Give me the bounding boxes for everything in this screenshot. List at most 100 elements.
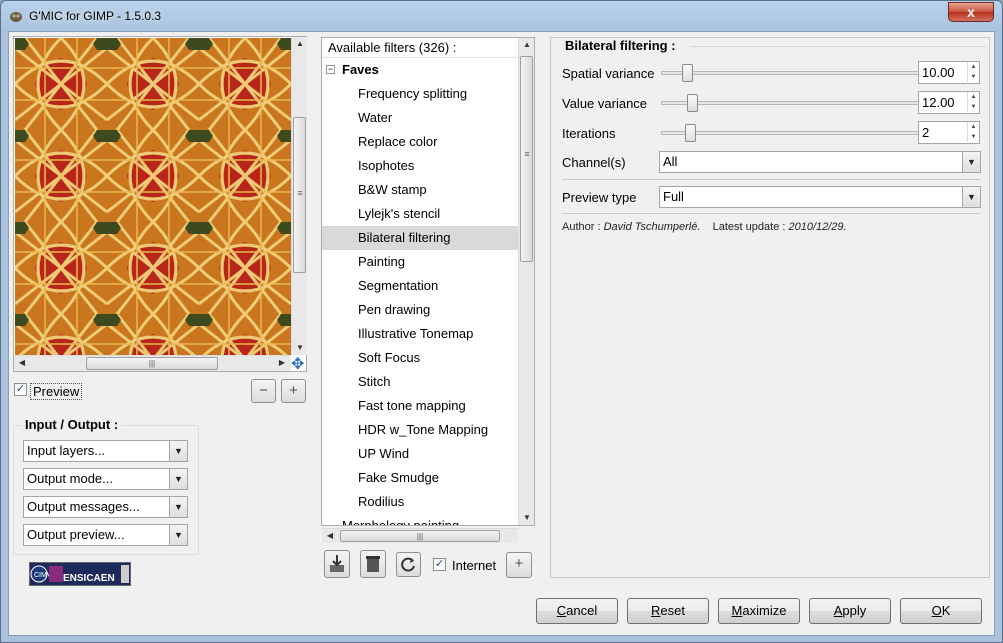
separator xyxy=(562,213,980,214)
dialog-body: ▲ ≡ ▼ ◀ ||| ▶ ✥ ✓ Preview − + Input / Ou… xyxy=(8,31,995,636)
spin-up-icon: ▲ xyxy=(967,62,979,72)
close-button[interactable]: x xyxy=(948,2,994,22)
filter-item[interactable]: Stitch xyxy=(322,370,518,394)
channels-label: Channel(s) xyxy=(562,155,626,170)
filter-item[interactable]: Frequency splitting xyxy=(322,82,518,106)
separator xyxy=(562,179,980,180)
value-variance-label: Value variance xyxy=(562,96,648,111)
slider-thumb[interactable] xyxy=(682,64,693,82)
cancel-button[interactable]: Cancel xyxy=(536,598,618,624)
filter-item[interactable]: Fast tone mapping xyxy=(322,394,518,418)
ok-button[interactable]: OK xyxy=(900,598,982,624)
add-fave-button[interactable]: + xyxy=(506,552,532,578)
author-name: David Tschumperlé. xyxy=(603,221,701,233)
spin-down-icon: ▼ xyxy=(967,72,979,82)
update-date: 2010/12/29. xyxy=(788,221,847,233)
update-filters-button[interactable] xyxy=(324,550,350,578)
scroll-left-arrow-icon[interactable]: ◀ xyxy=(322,531,338,540)
scroll-up-arrow-icon[interactable]: ▲ xyxy=(292,39,308,48)
iterations-spin[interactable]: 2 ▲ ▼ xyxy=(918,121,980,144)
filter-item[interactable]: HDR w_Tone Mapping xyxy=(322,418,518,442)
internet-label: Internet xyxy=(452,558,497,573)
filter-item[interactable]: Illustrative Tonemap xyxy=(322,322,518,346)
input-layers-combo[interactable]: Input layers... ▼ xyxy=(23,440,188,462)
filter-item[interactable]: Fake Smudge xyxy=(322,466,518,490)
chevron-down-icon: ▼ xyxy=(169,525,187,545)
filter-item[interactable]: B&W stamp xyxy=(322,178,518,202)
download-icon xyxy=(330,555,344,572)
spin-up-icon: ▲ xyxy=(967,122,979,132)
logo-graphic: CIMV ENSICAEN xyxy=(30,565,129,584)
title-bar[interactable]: G'MIC for GIMP - 1.5.0.3 x xyxy=(1,1,1002,31)
preview-type-combo[interactable]: Full ▼ xyxy=(659,186,981,208)
scroll-left-arrow-icon[interactable]: ◀ xyxy=(14,358,30,367)
filter-item[interactable]: Segmentation xyxy=(322,274,518,298)
move-navigate-icon[interactable]: ✥ xyxy=(291,357,304,373)
chevron-down-icon: ▼ xyxy=(169,469,187,489)
preview-vscrollbar[interactable]: ▲ ≡ ▼ xyxy=(291,37,307,355)
value-variance-spin[interactable]: 12.00 ▲ ▼ xyxy=(918,91,980,114)
filter-item[interactable]: Replace color xyxy=(322,130,518,154)
filter-item[interactable]: Water xyxy=(322,106,518,130)
filter-vscroll-thumb[interactable]: ≡ xyxy=(520,56,533,262)
svg-text:ENSICAEN: ENSICAEN xyxy=(63,573,115,584)
chevron-down-icon: ▼ xyxy=(169,441,187,461)
filter-item[interactable]: Lylejk's stencil xyxy=(322,202,518,226)
filter-hscrollbar[interactable]: ◀ ||| xyxy=(322,528,518,543)
preview-checkbox[interactable]: ✓ xyxy=(14,383,27,396)
io-title: Input / Output : xyxy=(22,417,122,432)
filter-hscroll-thumb[interactable]: ||| xyxy=(340,530,500,542)
output-preview-combo[interactable]: Output preview... ▼ xyxy=(23,524,188,546)
reset-button[interactable]: Reset xyxy=(627,598,709,624)
chevron-down-icon: ▼ xyxy=(169,497,187,517)
params-title-divider xyxy=(691,46,986,47)
spatial-variance-slider[interactable] xyxy=(661,64,919,82)
slider-thumb[interactable] xyxy=(685,124,696,142)
scroll-down-arrow-icon[interactable]: ▼ xyxy=(292,343,308,352)
trash-icon xyxy=(366,556,380,572)
spin-up-icon: ▲ xyxy=(967,92,979,102)
filter-tree[interactable]: Available filters (326) : − Faves Freque… xyxy=(321,37,535,526)
author-info: Author : David Tschumperlé. Latest updat… xyxy=(562,221,847,233)
spin-down-icon: ▼ xyxy=(967,102,979,112)
refresh-button[interactable] xyxy=(396,552,421,577)
category-faves[interactable]: − Faves xyxy=(322,58,518,82)
apply-button[interactable]: Apply xyxy=(809,598,891,624)
scroll-right-arrow-icon[interactable]: ▶ xyxy=(274,358,290,367)
spatial-variance-label: Spatial variance xyxy=(562,66,655,81)
spin-down-icon: ▼ xyxy=(967,132,979,142)
category-morphology-painting[interactable]: Morphology painting xyxy=(322,514,518,525)
filter-item[interactable]: Rodilius xyxy=(322,490,518,514)
filter-item[interactable]: UP Wind xyxy=(322,442,518,466)
preview-hscroll-thumb[interactable]: ||| xyxy=(86,357,218,370)
window-title: G'MIC for GIMP - 1.5.0.3 xyxy=(29,9,162,23)
preview-vscroll-thumb[interactable]: ≡ xyxy=(293,117,306,273)
preview-image xyxy=(15,38,291,356)
iterations-slider[interactable] xyxy=(661,124,919,142)
channels-combo[interactable]: All ▼ xyxy=(659,151,981,173)
internet-checkbox[interactable]: ✓ xyxy=(433,558,446,571)
preview-label[interactable]: Preview xyxy=(30,383,83,400)
maximize-button[interactable]: Maximize xyxy=(718,598,800,624)
zoom-in-button[interactable]: + xyxy=(281,379,306,403)
collapse-icon[interactable]: − xyxy=(326,65,335,74)
gmic-ensicaen-logo[interactable]: CIMV ENSICAEN xyxy=(29,562,131,586)
delete-fave-button[interactable] xyxy=(360,550,386,578)
slider-thumb[interactable] xyxy=(687,94,698,112)
spatial-variance-spin[interactable]: 10.00 ▲ ▼ xyxy=(918,61,980,84)
output-mode-combo[interactable]: Output mode... ▼ xyxy=(23,468,188,490)
zoom-out-button[interactable]: − xyxy=(251,379,276,403)
output-messages-combo[interactable]: Output messages... ▼ xyxy=(23,496,188,518)
filter-item[interactable]: Soft Focus xyxy=(322,346,518,370)
filter-vscrollbar[interactable]: ▲ ≡ ▼ xyxy=(518,38,534,525)
filter-item[interactable]: Isophotes xyxy=(322,154,518,178)
filter-item[interactable]: Pen drawing xyxy=(322,298,518,322)
iterations-label: Iterations xyxy=(562,126,616,141)
filter-item[interactable]: Bilateral filtering xyxy=(322,226,518,250)
preview-panel[interactable]: ▲ ≡ ▼ ◀ ||| ▶ xyxy=(13,36,307,372)
value-variance-slider[interactable] xyxy=(661,94,919,112)
filter-item[interactable]: Painting xyxy=(322,250,518,274)
preview-hscrollbar[interactable]: ◀ ||| ▶ xyxy=(14,355,291,371)
scroll-down-arrow-icon[interactable]: ▼ xyxy=(519,513,534,522)
scroll-up-arrow-icon[interactable]: ▲ xyxy=(519,40,534,49)
